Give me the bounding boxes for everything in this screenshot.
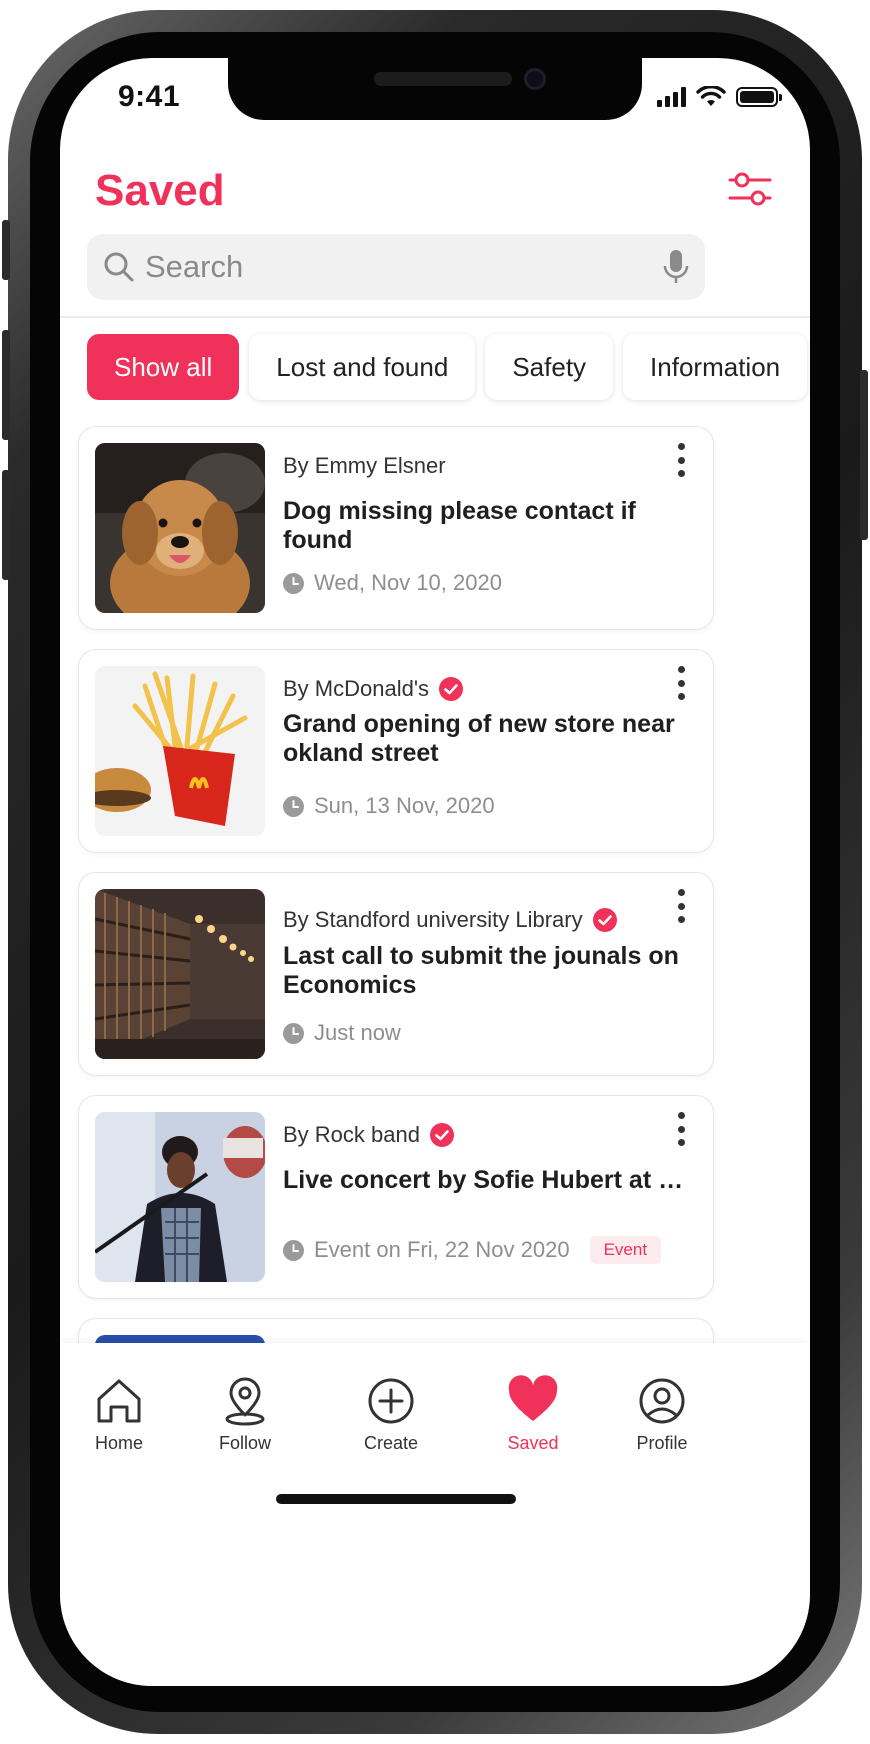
post-meta: Event on Fri, 22 Nov 2020 Event bbox=[283, 1236, 662, 1264]
event-badge: Event bbox=[589, 1236, 662, 1264]
page-title: Saved bbox=[95, 166, 225, 215]
clock-icon bbox=[283, 572, 304, 594]
post-image-dog bbox=[95, 443, 265, 613]
microphone-icon[interactable] bbox=[663, 249, 689, 285]
post-title[interactable]: Dog missing please contact if found bbox=[283, 497, 693, 555]
heart-icon bbox=[508, 1375, 558, 1421]
nav-home[interactable]: Home bbox=[64, 1375, 174, 1454]
post-author: By Standford university Library bbox=[283, 907, 617, 933]
location-pin-icon bbox=[225, 1377, 265, 1426]
home-icon bbox=[97, 1379, 141, 1423]
post-meta: Sun, 13 Nov, 2020 bbox=[283, 793, 495, 819]
front-camera bbox=[524, 68, 546, 90]
nav-saved[interactable]: Saved bbox=[478, 1375, 588, 1454]
power-button bbox=[860, 370, 868, 540]
post-image-concert bbox=[95, 1112, 265, 1282]
post-card[interactable]: By Rock band Live concert by Sofie Huber… bbox=[78, 1095, 714, 1299]
post-card[interactable]: By Standford university Library Last cal… bbox=[78, 872, 714, 1076]
search-bar bbox=[87, 234, 705, 300]
verified-icon bbox=[429, 1123, 454, 1147]
post-meta: Just now bbox=[283, 1020, 401, 1046]
clock-icon bbox=[283, 1239, 304, 1261]
nav-label: Home bbox=[94, 1433, 143, 1453]
nav-label: Saved bbox=[507, 1433, 559, 1453]
more-options-icon[interactable] bbox=[671, 666, 691, 700]
speaker bbox=[374, 72, 512, 86]
nav-label: Create bbox=[363, 1433, 419, 1453]
more-options-icon[interactable] bbox=[671, 1112, 691, 1146]
volume-down-button bbox=[2, 470, 10, 580]
post-title[interactable]: Last call to submit the jounals on Econo… bbox=[283, 942, 693, 1000]
mute-switch bbox=[2, 220, 10, 280]
filter-icon[interactable] bbox=[726, 170, 774, 210]
nav-label: Profile bbox=[636, 1433, 688, 1453]
clock-icon bbox=[283, 1022, 304, 1044]
post-meta: Wed, Nov 10, 2020 bbox=[283, 570, 502, 596]
plus-circle-icon bbox=[368, 1378, 414, 1424]
post-image-library bbox=[95, 889, 265, 1059]
bottom-nav: Home Follow Create Saved Profile bbox=[60, 1343, 810, 1686]
nav-create[interactable]: Create bbox=[336, 1375, 446, 1454]
search-input[interactable] bbox=[145, 249, 663, 285]
clock-icon bbox=[283, 795, 304, 817]
chip-lost-and-found[interactable]: Lost and found bbox=[249, 334, 476, 400]
signal-icon bbox=[657, 87, 686, 107]
chip-safety[interactable]: Safety bbox=[485, 334, 614, 400]
category-chips: Show all Lost and found Safety Informati… bbox=[87, 334, 808, 400]
post-title[interactable]: Live concert by Sofie Hubert at … bbox=[283, 1166, 693, 1195]
volume-up-button bbox=[2, 330, 10, 440]
wifi-icon bbox=[696, 86, 726, 106]
search-icon bbox=[104, 252, 134, 282]
chip-information[interactable]: Information bbox=[623, 334, 808, 400]
nav-label: Follow bbox=[218, 1433, 271, 1453]
status-time: 9:41 bbox=[118, 80, 181, 113]
verified-icon bbox=[439, 677, 464, 701]
chip-show-all[interactable]: Show all bbox=[87, 334, 240, 400]
post-author: By Emmy Elsner bbox=[283, 453, 446, 478]
post-card[interactable]: By Emmy Elsner Dog missing please contac… bbox=[78, 426, 714, 630]
nav-profile[interactable]: Profile bbox=[607, 1375, 717, 1454]
post-author: By McDonald's bbox=[283, 676, 464, 702]
post-card[interactable]: By McDonald's Grand opening of new store… bbox=[78, 649, 714, 853]
user-circle-icon bbox=[639, 1378, 685, 1424]
post-title[interactable]: Grand opening of new store near okland s… bbox=[283, 710, 693, 768]
post-author: By Rock band bbox=[283, 1122, 454, 1148]
divider bbox=[60, 316, 810, 318]
verified-icon bbox=[592, 908, 617, 932]
notch bbox=[228, 58, 642, 120]
status-icons bbox=[657, 86, 782, 108]
battery-icon bbox=[736, 87, 782, 107]
post-image-fries bbox=[95, 666, 265, 836]
more-options-icon[interactable] bbox=[671, 443, 691, 477]
home-indicator[interactable] bbox=[276, 1494, 516, 1504]
more-options-icon[interactable] bbox=[671, 889, 691, 923]
screen: 9:41 Saved Show all Lost and bbox=[60, 58, 810, 1686]
nav-follow[interactable]: Follow bbox=[190, 1375, 300, 1454]
